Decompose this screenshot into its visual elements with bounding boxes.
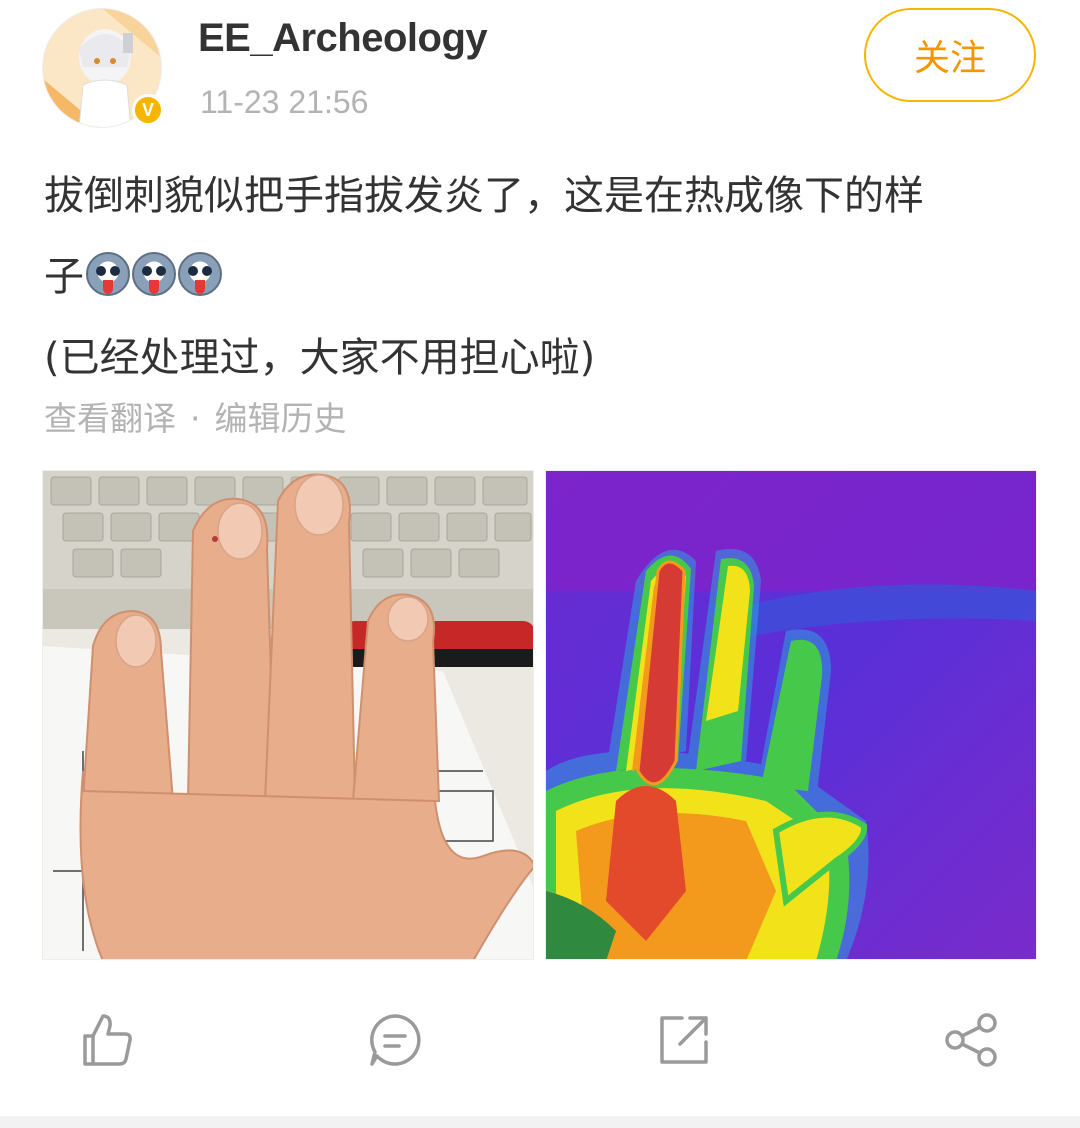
post-text-line-3: (已经处理过，大家不用担心啦) [44, 335, 596, 381]
husky-emoji-icon [132, 252, 176, 296]
edit-history-link[interactable]: 编辑历史 [215, 399, 347, 438]
photo-hand[interactable] [42, 470, 534, 960]
meta-separator: · [190, 399, 201, 438]
comment-button[interactable] [365, 1010, 425, 1070]
post-timestamp: 11-23 21:56 [200, 84, 369, 120]
translate-link[interactable]: 查看翻译 [44, 399, 176, 438]
like-button[interactable] [77, 1010, 137, 1070]
comment-icon [370, 1014, 421, 1066]
post-text: 拔倒刺貌似把手指拔发炎了，这是在热成像下的样 子 (已经处理过，大家不用担心啦) [44, 156, 1044, 399]
post-text-line-1: 拔倒刺貌似把手指拔发炎了，这是在热成像下的样 [44, 173, 924, 219]
repost-button[interactable] [654, 1010, 714, 1070]
photo-thermal-hand[interactable] [545, 470, 1037, 960]
verified-badge-icon: V [132, 94, 164, 126]
share-icon [945, 1013, 997, 1067]
husky-emoji-icon [86, 252, 130, 296]
husky-emoji-icon [178, 252, 222, 296]
repost-icon [660, 1016, 708, 1064]
share-button[interactable] [942, 1010, 1002, 1070]
follow-button[interactable]: 关注 [864, 8, 1036, 102]
author-avatar[interactable]: V [42, 8, 164, 128]
bottom-divider [0, 1116, 1080, 1128]
post-text-line-2: 子 [44, 237, 1044, 318]
post-meta-links: 查看翻译 · 编辑历史 [44, 392, 347, 440]
author-name[interactable]: EE_Archeology [198, 16, 488, 61]
post-text-line-2-text: 子 [44, 254, 84, 300]
thumbs-up-icon [83, 1014, 132, 1066]
